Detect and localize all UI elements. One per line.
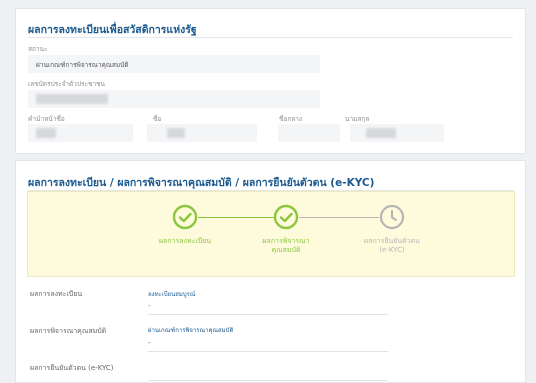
step-3-label-line1: ผลการยืนยันตัวตน (364, 237, 420, 245)
registration-card-title: ผลการลงทะเบียนเพื่อสวัสดิการแห่งรัฐ (28, 24, 197, 36)
lastname-field (350, 124, 444, 142)
step-2-label: ผลการพิจารณา คุณสมบัติ (241, 237, 331, 255)
registration-result-value: ลงทะเบียนสมบูรณ์ (148, 291, 196, 298)
step-1-label: ผลการลงทะเบียน (140, 237, 230, 246)
status-label: สถานะ (28, 45, 48, 53)
prefix-label: คำนำหน้าชื่อ (28, 115, 65, 123)
row-divider (148, 380, 388, 381)
id-label: เลขบัตรประจำตัวประชาชน (28, 80, 105, 88)
registration-result-detail: - (148, 302, 151, 310)
status-value: ผ่านเกณฑ์การพิจารณาคุณสมบัติ (36, 61, 129, 69)
title-divider (28, 37, 513, 38)
redacted-id (36, 94, 108, 104)
redacted-prefix (36, 128, 56, 138)
status-field: ผ่านเกณฑ์การพิจารณาคุณสมบัติ (28, 55, 320, 73)
step-2-label-line2: คุณสมบัติ (271, 246, 301, 254)
check-circle-icon (273, 204, 299, 230)
check-circle-icon (172, 204, 198, 230)
progress-steps: ผลการลงทะเบียน ผลการพิจารณา คุณสมบัติ ผล… (27, 191, 515, 277)
step-1-label-line1: ผลการลงทะเบียน (158, 237, 212, 245)
row-divider (148, 351, 388, 352)
step-connector-1 (198, 217, 274, 218)
lastname-label: นามสกุล (345, 115, 370, 123)
step-2-label-line1: ผลการพิจารณา (262, 237, 310, 245)
results-card-title: ผลการลงทะเบียน / ผลการพิจารณาคุณสมบัติ /… (28, 177, 375, 189)
step-3-label-line2: (e-KYC) (379, 246, 405, 254)
middlename-field (278, 124, 340, 142)
step-connector-2 (299, 217, 379, 218)
clock-icon (379, 204, 405, 230)
middlename-label: ชื่อกลาง (279, 115, 303, 123)
registration-result-label: ผลการลงทะเบียน (30, 290, 83, 298)
firstname-field (147, 124, 257, 142)
qualification-result-detail: - (148, 339, 151, 347)
qualification-result-label: ผลการพิจารณาคุณสมบัติ (30, 327, 107, 335)
prefix-field (28, 124, 133, 142)
id-field (28, 90, 320, 108)
registration-info-card: ผลการลงทะเบียนเพื่อสวัสดิการแห่งรัฐ สถาน… (15, 8, 526, 154)
ekyc-result-label: ผลการยืนยันตัวตน (e-KYC) (30, 364, 114, 372)
redacted-firstname (167, 128, 185, 138)
qualification-result-value: ผ่านเกณฑ์การพิจารณาคุณสมบัติ (148, 327, 234, 334)
redacted-lastname (366, 128, 396, 138)
firstname-label: ชื่อ (153, 115, 162, 123)
results-card: ผลการลงทะเบียน / ผลการพิจารณาคุณสมบัติ /… (15, 160, 526, 383)
step-3-label: ผลการยืนยันตัวตน (e-KYC) (347, 237, 437, 255)
row-divider (148, 314, 388, 315)
